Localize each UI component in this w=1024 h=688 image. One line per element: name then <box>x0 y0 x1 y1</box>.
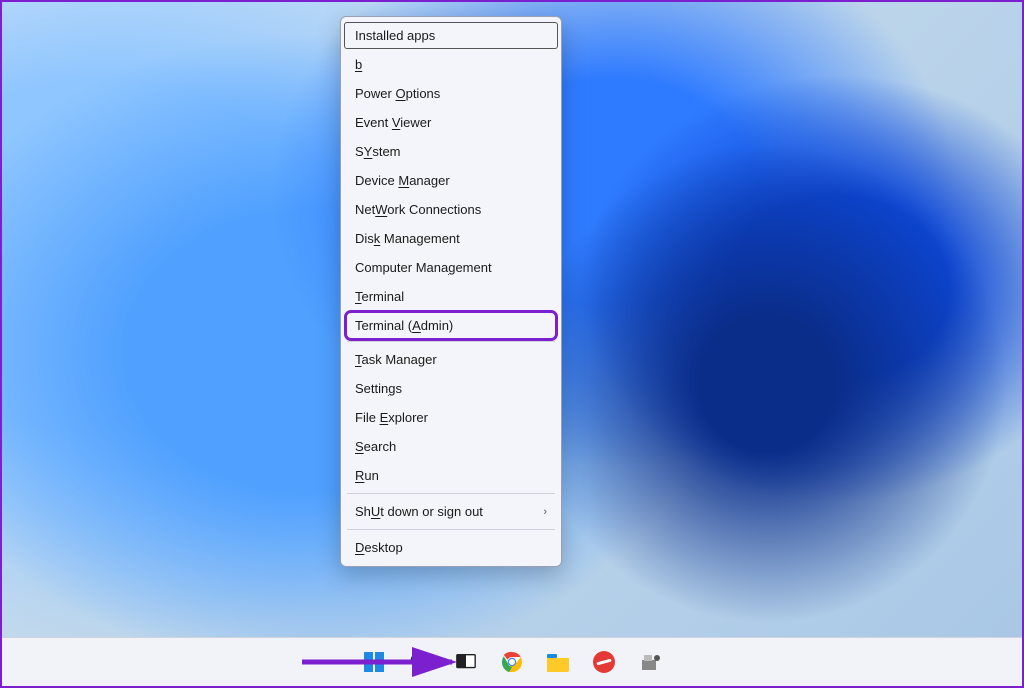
menu-separator <box>347 341 555 342</box>
menu-item-mobility-center[interactable]: b <box>341 50 561 79</box>
menu-item-search[interactable]: Search <box>341 432 561 461</box>
taskbar <box>2 637 1022 686</box>
menu-item-shut-down-or-sign-out[interactable]: ShUt down or sign out › <box>341 497 561 526</box>
menu-item-terminal-admin[interactable]: Terminal (Admin) <box>347 313 555 338</box>
menu-item-label: Terminal (Admin) <box>355 318 453 333</box>
menu-item-label: Settings <box>355 381 402 396</box>
menu-item-run[interactable]: Run <box>341 461 561 490</box>
menu-item-label: Task Manager <box>355 352 437 367</box>
menu-item-label: Run <box>355 468 379 483</box>
menu-item-device-manager[interactable]: Device Manager <box>341 166 561 195</box>
menu-item-power-options[interactable]: Power Options <box>341 79 561 108</box>
menu-item-label: NetWork Connections <box>355 202 481 217</box>
menu-item-label: Device Manager <box>355 173 450 188</box>
menu-item-label: Disk Management <box>355 231 460 246</box>
menu-item-terminal[interactable]: Terminal <box>341 282 561 311</box>
menu-item-desktop[interactable]: Desktop <box>341 533 561 562</box>
chevron-right-icon: › <box>543 506 547 518</box>
menu-item-label: b <box>355 57 362 72</box>
menu-item-label: File Explorer <box>355 410 428 425</box>
menu-item-label: Search <box>355 439 396 454</box>
menu-item-computer-management[interactable]: Computer Management <box>341 253 561 282</box>
menu-item-label: SYstem <box>355 144 401 159</box>
menu-item-system[interactable]: SYstem <box>341 137 561 166</box>
menu-item-disk-management[interactable]: Disk Management <box>341 224 561 253</box>
menu-item-label: Computer Management <box>355 260 492 275</box>
menu-item-label: Installed apps <box>355 28 435 43</box>
annotation-arrow <box>302 646 462 678</box>
menu-separator <box>347 529 555 530</box>
winx-context-menu: Installed apps b Power Options Event Viewer… <box>340 16 562 567</box>
menu-item-label: Power Options <box>355 86 440 101</box>
menu-item-label: Terminal <box>355 289 404 304</box>
app-misc-icon[interactable] <box>636 648 664 676</box>
menu-item-file-explorer[interactable]: File Explorer <box>341 403 561 432</box>
menu-item-label: ShUt down or sign out <box>355 504 483 519</box>
menu-item-network-connections[interactable]: NetWork Connections <box>341 195 561 224</box>
menu-item-event-viewer[interactable]: Event Viewer <box>341 108 561 137</box>
menu-separator <box>347 493 555 494</box>
menu-item-settings[interactable]: Settings <box>341 374 561 403</box>
menu-item-task-manager[interactable]: Task Manager <box>341 345 561 374</box>
menu-item-label: Desktop <box>355 540 403 555</box>
chrome-icon[interactable] <box>498 648 526 676</box>
file-explorer-icon[interactable] <box>544 648 572 676</box>
app-red-icon[interactable] <box>590 648 618 676</box>
menu-item-label: Event Viewer <box>355 115 431 130</box>
menu-item-installed-apps[interactable]: Installed apps <box>345 23 557 48</box>
